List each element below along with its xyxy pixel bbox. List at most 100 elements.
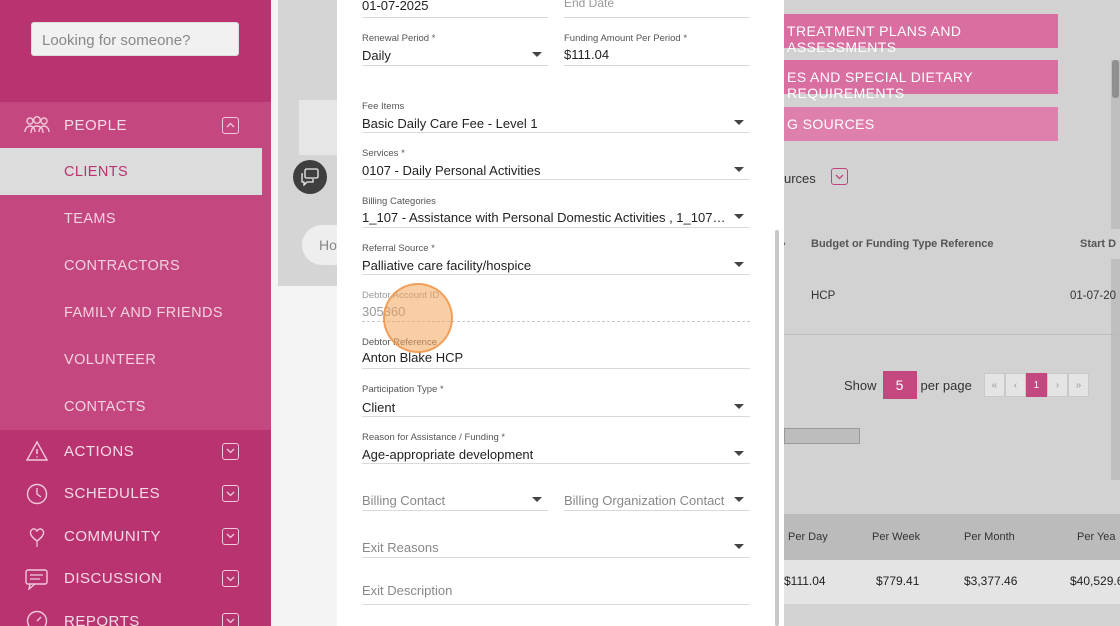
cell-per-month: $3,377.46	[964, 574, 1018, 588]
col-budget-reference[interactable]: Budget or Funding Type Reference	[811, 238, 994, 250]
people-icon	[22, 113, 52, 137]
nav-reports[interactable]: REPORTS	[0, 600, 271, 626]
sidebar: Looking for someone? PEOPLE CLIENTS TEAM…	[0, 0, 271, 626]
caret-down-icon	[734, 214, 744, 219]
cell-reference: HCP	[811, 290, 836, 302]
pager-page-1-button[interactable]: 1	[1025, 373, 1047, 397]
people-section: PEOPLE CLIENTS TEAMS CONTRACTORS FAMILY …	[0, 102, 271, 430]
chevron-down-icon[interactable]	[222, 612, 239, 626]
referral-source-select[interactable]: Referral Source * Palliative care facili…	[362, 242, 750, 275]
billing-org-contact-placeholder: Billing Organization Contact	[564, 493, 725, 508]
caret-down-icon	[532, 52, 542, 57]
start-date-value: 01-07-2025	[362, 0, 429, 13]
pager-next-button[interactable]: ›	[1046, 373, 1068, 397]
chevron-up-icon[interactable]	[222, 116, 239, 134]
sidebar-item-contractors[interactable]: CONTRACTORS	[0, 242, 271, 289]
nav-schedules-label: SCHEDULES	[64, 485, 161, 503]
nav-community-label: COMMUNITY	[64, 527, 161, 545]
nav-discussion[interactable]: DISCUSSION	[0, 558, 271, 601]
chevron-down-icon[interactable]	[222, 485, 239, 503]
page-size-select[interactable]: 5	[882, 371, 917, 399]
fee-items-value: Basic Daily Care Fee - Level 1	[362, 116, 538, 131]
modal-scrollbar[interactable]	[775, 230, 779, 626]
billing-org-contact-select[interactable]: Billing Organization Contact	[564, 488, 750, 511]
nav-people[interactable]: PEOPLE	[0, 102, 271, 148]
col-per-year: Per Yea	[1077, 531, 1116, 543]
exit-reasons-placeholder: Exit Reasons	[362, 540, 439, 555]
cell-start-date: 01-07-20	[1070, 290, 1117, 302]
warning-icon	[22, 439, 52, 463]
table-header: › Budget or Funding Type Reference Start…	[782, 229, 1120, 259]
funding-amount-value: $111.04	[564, 47, 610, 62]
exit-description-input[interactable]: Exit Description	[362, 578, 750, 605]
nav-schedules[interactable]: SCHEDULES	[0, 473, 271, 516]
caret-down-icon	[734, 262, 744, 267]
billing-contact-select[interactable]: Billing Contact	[362, 488, 548, 511]
panel-dietary-requirements[interactable]: ES AND SPECIAL DIETARY REQUIREMENTS	[784, 60, 1058, 101]
panel-treatment-plans[interactable]: TREATMENT PLANS AND ASSESSMENTS	[784, 14, 1058, 55]
sidebar-item-clients[interactable]: CLIENTS	[0, 148, 262, 195]
panel-funding-sources[interactable]: G SOURCES	[784, 107, 1058, 141]
cell-per-year: $40,529.6	[1070, 574, 1120, 588]
caret-down-icon	[532, 497, 542, 502]
sidebar-item-contacts[interactable]: CONTACTS	[0, 383, 271, 430]
pager-show-label: Show	[844, 377, 877, 393]
sidebar-top: Looking for someone?	[0, 0, 271, 102]
billing-contact-placeholder: Billing Contact	[362, 493, 446, 508]
reason-for-assistance-select[interactable]: Reason for Assistance / Funding * Age-ap…	[362, 431, 750, 464]
start-date-field[interactable]: 01-07-2025	[362, 0, 548, 18]
chevron-down-icon[interactable]	[222, 442, 239, 460]
pager-last-button[interactable]: »	[1067, 373, 1089, 397]
col-per-month: Per Month	[964, 531, 1015, 543]
referral-source-label: Referral Source *	[362, 243, 435, 254]
chevron-down-icon[interactable]	[222, 527, 239, 545]
pager-prev-button[interactable]: ‹	[1004, 373, 1026, 397]
participation-type-select[interactable]: Participation Type * Client	[362, 384, 750, 417]
chat-icon	[22, 567, 52, 591]
horizontal-scrollbar[interactable]	[784, 428, 860, 444]
chevron-down-icon[interactable]	[222, 570, 239, 588]
services-value: 0107 - Daily Personal Activities	[362, 163, 541, 178]
pagination: Show 5 per page « ‹ 1 › »	[844, 371, 1089, 399]
search-input[interactable]: Looking for someone?	[31, 22, 239, 56]
heart-balloon-icon	[22, 524, 52, 548]
chevron-down-icon[interactable]	[831, 168, 848, 185]
gauge-icon	[22, 609, 52, 626]
participation-type-value: Client	[362, 400, 396, 415]
sidebar-item-volunteer[interactable]: VOLUNTEER	[0, 336, 271, 383]
sidebar-item-teams[interactable]: TEAMS	[0, 195, 271, 242]
funding-amount-input[interactable]: Funding Amount Per Period * $111.04	[564, 32, 750, 66]
reason-for-assistance-label: Reason for Assistance / Funding *	[362, 432, 506, 443]
nav-actions-label: ACTIONS	[64, 442, 135, 460]
page-scrollbar-thumb[interactable]	[1112, 60, 1119, 98]
services-select[interactable]: Services * 0107 - Daily Personal Activit…	[362, 147, 750, 180]
caret-down-icon	[734, 544, 744, 549]
page-scrollbar[interactable]	[1111, 60, 1120, 480]
renewal-period-label: Renewal Period *	[362, 33, 436, 44]
click-indicator	[383, 283, 453, 353]
sidebar-item-family-and-friends[interactable]: FAMILY AND FRIENDS	[0, 289, 271, 336]
sidebar-lower-sections: ACTIONS SCHEDULES COMMUNITY DISCUSSION R…	[0, 430, 271, 626]
col-per-week: Per Week	[872, 531, 921, 543]
clock-icon	[22, 482, 52, 506]
nav-discussion-label: DISCUSSION	[64, 570, 163, 588]
fee-items-label: Fee Items	[362, 101, 405, 112]
nav-community[interactable]: COMMUNITY	[0, 515, 271, 558]
billing-categories-select[interactable]: Billing Categories 1_107 - Assistance wi…	[362, 195, 750, 228]
fee-items-select[interactable]: Fee Items Basic Daily Care Fee - Level 1	[362, 100, 750, 133]
chat-button[interactable]	[293, 160, 327, 194]
exit-reasons-select[interactable]: Exit Reasons	[362, 535, 750, 558]
rates-row: $111.04 $779.41 $3,377.46 $40,529.6	[784, 560, 1120, 604]
caret-down-icon	[734, 497, 744, 502]
nav-actions[interactable]: ACTIONS	[0, 430, 271, 473]
participation-type-label: Participation Type *	[362, 384, 444, 395]
chat-bubbles-icon	[301, 168, 319, 186]
end-date-field[interactable]: End Date	[564, 0, 750, 18]
nav-reports-label: REPORTS	[64, 612, 140, 626]
sources-label: urces	[784, 171, 816, 186]
renewal-period-select[interactable]: Renewal Period * Daily	[362, 32, 548, 66]
cell-per-week: $779.41	[876, 574, 920, 588]
col-start-date[interactable]: Start D	[1080, 238, 1116, 250]
pager-per-page-label: per page	[920, 377, 972, 393]
pager-first-button[interactable]: «	[983, 373, 1005, 397]
